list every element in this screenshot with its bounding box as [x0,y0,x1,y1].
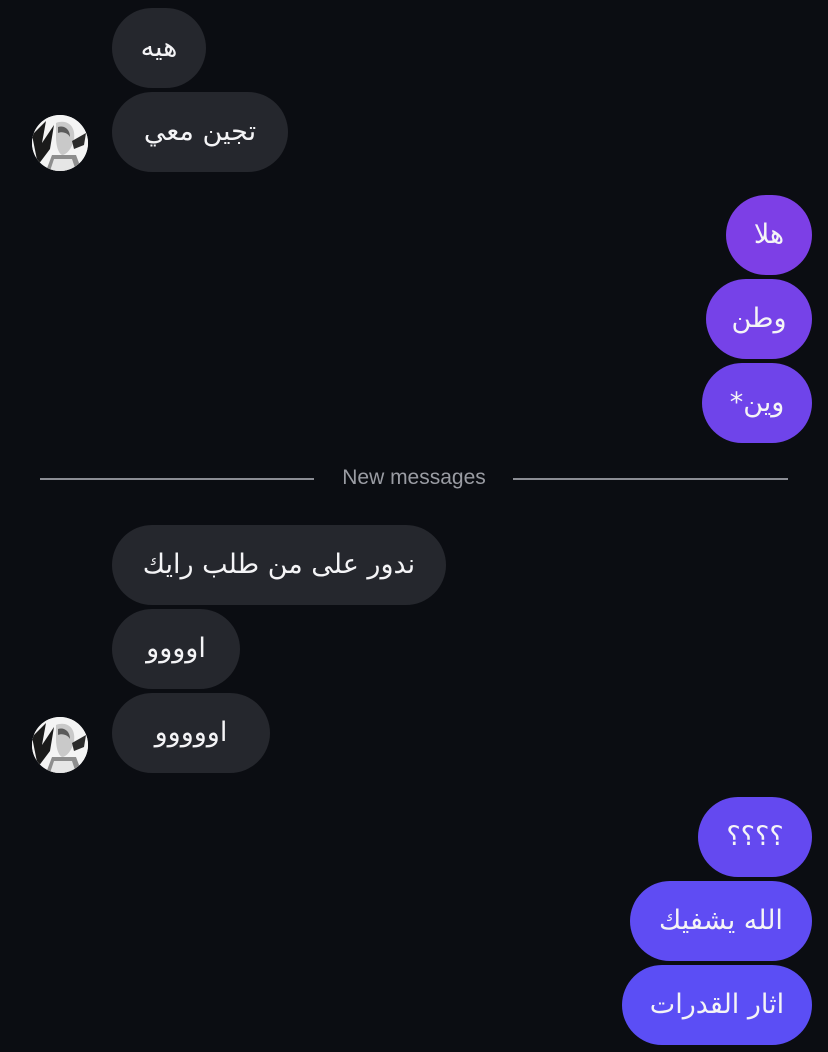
chat-thread: هيه تجين معي هلا وطن وين* New messages ن… [0,0,828,1052]
incoming-message-bubble[interactable]: اوووو [112,609,240,689]
incoming-message-bubble[interactable]: تجين معي [112,92,288,172]
anime-character-avatar-icon [32,115,88,171]
outgoing-message-bubble[interactable]: ؟؟؟؟ [698,797,812,877]
incoming-message-bubble[interactable]: ندور على من طلب رايك [112,525,446,605]
incoming-message-bubble[interactable]: اووووو [112,693,270,773]
new-messages-divider: New messages [40,462,788,494]
outgoing-message-bubble[interactable]: اثار القدرات [622,965,812,1045]
outgoing-message-bubble[interactable]: هلا [726,195,812,275]
sender-avatar[interactable] [32,717,88,773]
anime-character-avatar-icon [32,717,88,773]
sender-avatar[interactable] [32,115,88,171]
outgoing-message-bubble[interactable]: الله يشفيك [630,881,812,961]
outgoing-message-bubble[interactable]: وطن [706,279,812,359]
outgoing-message-bubble[interactable]: وين* [702,363,812,443]
divider-line-right [513,478,788,480]
incoming-message-bubble[interactable]: هيه [112,8,206,88]
